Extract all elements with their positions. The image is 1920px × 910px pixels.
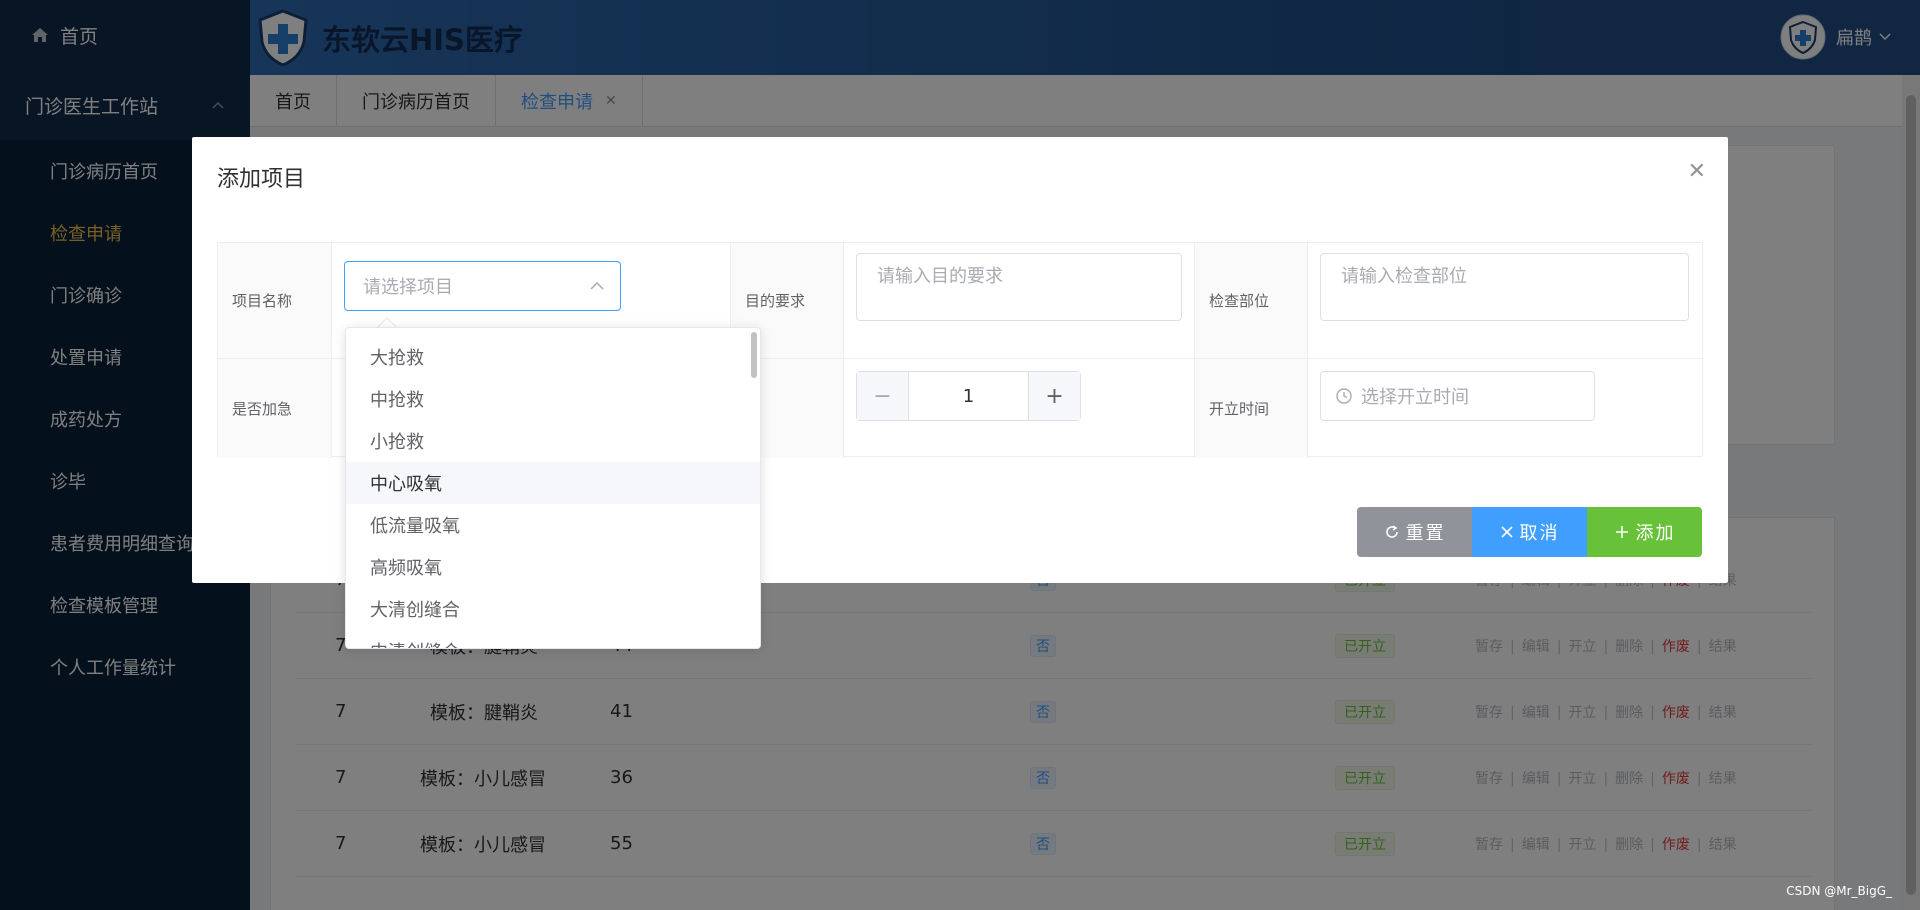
increment-button[interactable]: + (1028, 372, 1080, 420)
quantity-input[interactable]: 1 (909, 386, 1028, 407)
option-item[interactable]: 大抢救 (346, 336, 760, 378)
close-icon (1500, 526, 1513, 538)
chevron-up-icon (590, 281, 604, 290)
option-item[interactable]: 高频吸氧 (346, 546, 760, 588)
quantity-cell: − 1 + (844, 359, 1195, 458)
plus-icon (1615, 526, 1628, 538)
refresh-icon (1385, 525, 1398, 538)
site-label: 检查部位 (1195, 243, 1308, 358)
item-select-dropdown: 大抢救 中抢救 小抢救 中心吸氧 低流量吸氧 高频吸氧 大清创缝合 中清创缝合 (345, 327, 761, 649)
clock-icon (1336, 388, 1352, 404)
item-select[interactable]: 请选择项目 (344, 261, 621, 311)
cancel-label: 取消 (1519, 523, 1560, 544)
site-textarea[interactable]: 请输入检查部位 (1320, 253, 1689, 321)
dialog-actions: 重置 取消 添加 (1357, 507, 1702, 557)
open-time-picker[interactable]: 选择开立时间 (1320, 371, 1595, 421)
watermark: CSDN @Mr_BigG_ (1786, 884, 1892, 898)
open-time-cell: 选择开立时间 (1308, 359, 1704, 458)
site-cell: 请输入检查部位 (1308, 243, 1704, 358)
item-name-label: 项目名称 (218, 243, 332, 358)
option-list: 大抢救 中抢救 小抢救 中心吸氧 低流量吸氧 高频吸氧 大清创缝合 中清创缝合 (346, 336, 760, 648)
open-time-placeholder: 选择开立时间 (1361, 387, 1469, 408)
option-item[interactable]: 大清创缝合 (346, 588, 760, 630)
option-item[interactable]: 小抢救 (346, 420, 760, 462)
cancel-button[interactable]: 取消 (1472, 507, 1587, 557)
purpose-textarea[interactable]: 请输入目的要求 (856, 253, 1182, 321)
add-button[interactable]: 添加 (1587, 507, 1702, 557)
dropdown-scrollbar[interactable] (751, 332, 757, 378)
quantity-stepper: − 1 + (856, 371, 1081, 421)
close-icon[interactable]: ✕ (1688, 159, 1706, 184)
reset-button[interactable]: 重置 (1357, 507, 1472, 557)
option-item[interactable]: 低流量吸氧 (346, 504, 760, 546)
purpose-cell: 请输入目的要求 (844, 243, 1195, 358)
dialog-title: 添加项目 (217, 167, 306, 192)
option-item[interactable]: 中抢救 (346, 378, 760, 420)
add-label: 添加 (1635, 523, 1676, 544)
option-item[interactable]: 中清创缝合 (346, 630, 760, 648)
decrement-button[interactable]: − (857, 372, 909, 420)
item-select-placeholder: 请选择项目 (363, 277, 453, 298)
reset-label: 重置 (1405, 523, 1446, 544)
option-item[interactable]: 中心吸氧 (346, 462, 760, 504)
urgent-label: 是否加急 (218, 359, 332, 458)
open-time-label: 开立时间 (1195, 359, 1308, 458)
